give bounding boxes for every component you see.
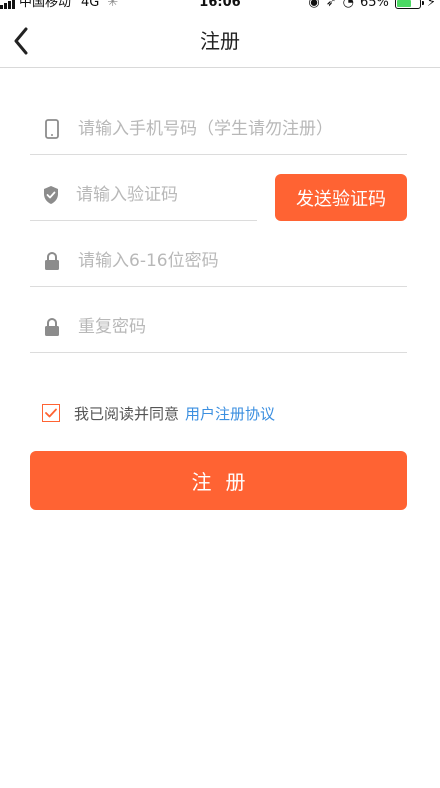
phone-field [30,103,407,155]
confirm-password-field [30,301,407,353]
agreement-text: 我已阅读并同意 [74,404,180,423]
code-field [30,169,295,221]
status-right: ◉ ➶ ◔ 65% ⚡ [308,0,436,10]
code-input[interactable] [76,179,295,210]
shield-check-icon [42,184,60,206]
checkmark-icon [45,408,57,418]
phone-icon [42,118,62,140]
register-screen: 中国移动 4G ✳ 16:06 ◉ ➶ ◔ 65% ⚡ 注册 请输入手机号码（学… [0,0,440,788]
rotation-lock-icon: ◉ [308,0,320,10]
battery-icon [394,0,424,9]
battery-fill [396,0,411,7]
status-bar: 中国移动 4G ✳ 16:06 ◉ ➶ ◔ 65% ⚡ [0,0,440,14]
battery-percent: 65% [359,0,389,10]
send-code-button[interactable]: 发送验证码 [275,174,407,221]
back-button[interactable] [6,24,36,58]
nav-bar: 注册 [0,14,440,68]
lock-icon [42,316,62,338]
confirm-password-input[interactable] [78,311,407,342]
alarm-icon: ◔ [342,0,354,10]
chevron-left-icon [14,27,28,55]
agreement-row: 我已阅读并同意 用户注册协议 [42,402,275,424]
charging-icon: ⚡ [426,0,436,10]
password-field [30,235,407,287]
agreement-checkbox[interactable] [42,404,60,422]
location-icon: ➶ [325,0,337,10]
phone-input[interactable] [78,113,407,144]
page-title: 注册 [200,29,240,53]
agreement-link[interactable]: 用户注册协议 [185,403,275,424]
password-input[interactable] [78,245,407,276]
register-button[interactable]: 注册 [30,451,407,510]
lock-icon [42,250,62,272]
